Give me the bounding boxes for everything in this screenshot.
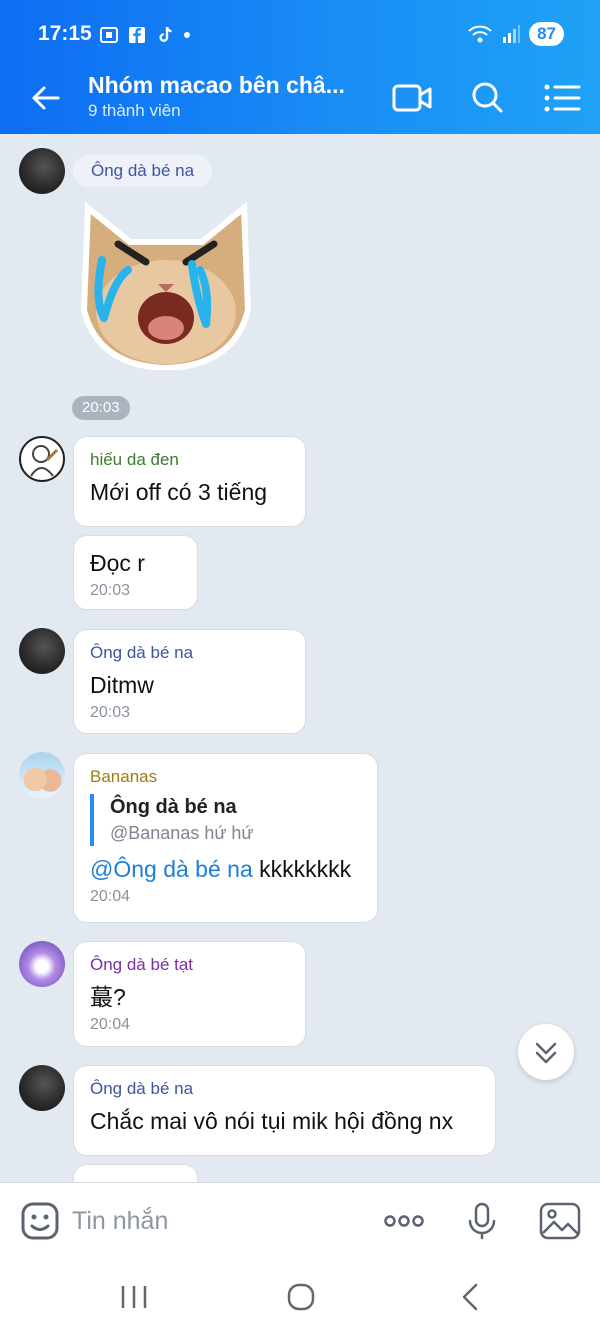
message-bubble-partial[interactable] <box>73 1164 198 1182</box>
message-text: @Ông dà bé na kkkkkkkk <box>90 854 361 884</box>
message-time: 20:04 <box>90 1016 131 1033</box>
reply-quote[interactable]: Ông dà bé na @Bananas hứ hứ <box>90 794 361 846</box>
message-list[interactable]: Ông dà bé na 20:03 hiếu da đen Mới off c… <box>0 134 600 1182</box>
double-chevron-down-icon <box>535 1042 557 1064</box>
message-body: kkkkkkkk <box>252 856 352 882</box>
message-text: Chắc mai vô nói tụi mik hội đồng nx <box>90 1108 454 1134</box>
microphone-icon[interactable] <box>460 1201 504 1241</box>
avatar[interactable] <box>19 1065 65 1111</box>
mention-link[interactable]: @Ông dà bé na <box>90 856 253 882</box>
status-bar: 17:15 87 <box>0 0 600 68</box>
quoted-sender: Ông dà bé na <box>110 796 237 818</box>
search-icon[interactable] <box>466 78 510 118</box>
video-call-icon[interactable] <box>390 78 434 118</box>
message-text: Đọc r <box>90 550 145 576</box>
crying-cat-sticker[interactable] <box>74 200 258 370</box>
composer-bar <box>0 1182 600 1258</box>
sender-name: Bananas <box>90 767 158 786</box>
avatar[interactable] <box>19 148 65 194</box>
message-input[interactable] <box>72 1201 352 1241</box>
recent-apps-icon[interactable] <box>114 1280 154 1314</box>
message-text: Ditmw <box>90 672 154 698</box>
message-text: 蕞? <box>90 984 126 1010</box>
system-navigation-bar <box>0 1258 600 1333</box>
home-icon[interactable] <box>281 1280 321 1314</box>
message-time: 20:03 <box>90 704 131 721</box>
sender-name: Ông dà bé na <box>90 1079 194 1098</box>
more-options-icon[interactable] <box>382 1201 426 1241</box>
back-icon[interactable] <box>450 1280 490 1314</box>
image-gallery-icon[interactable] <box>538 1201 582 1241</box>
message-time: 20:04 <box>90 888 131 905</box>
back-arrow-icon[interactable] <box>26 78 66 118</box>
timestamp-pill: 20:03 <box>72 396 130 420</box>
message-text: Mới off có 3 tiếng <box>90 479 268 505</box>
status-right: 87 <box>467 22 564 46</box>
battery-indicator: 87 <box>529 22 564 46</box>
sender-name: Ông dà bé na <box>90 643 194 662</box>
message-time: 20:03 <box>90 582 131 599</box>
message-bubble[interactable]: hiếu da đen Mới off có 3 tiếng <box>73 436 306 527</box>
avatar[interactable] <box>19 941 65 987</box>
wifi-icon <box>468 25 492 43</box>
notification-dot-icon <box>184 32 190 38</box>
message-bubble[interactable]: Ông dà bé na Chắc mai vô nói tụi mik hội… <box>73 1065 496 1156</box>
chat-title[interactable]: Nhóm macao bên châ... <box>88 72 373 99</box>
sender-name: Ông dà bé tạt <box>90 955 194 974</box>
sender-name: Ông dà bé na <box>73 155 213 187</box>
status-app-icons <box>98 22 192 48</box>
top-bar: 17:15 87 Nhóm macao bên châ... 9 thành v… <box>0 0 600 134</box>
scroll-to-bottom-button[interactable] <box>518 1024 574 1080</box>
chat-header: Nhóm macao bên châ... 9 thành viên <box>0 68 600 134</box>
message-bubble[interactable]: Đọc r 20:03 <box>73 535 198 610</box>
screenshot-icon <box>100 27 118 43</box>
status-time: 17:15 <box>38 22 92 45</box>
sketch-avatar-icon <box>30 445 59 477</box>
signal-icon <box>503 25 521 43</box>
message-bubble[interactable]: Bananas Ông dà bé na @Bananas hứ hứ @Ông… <box>73 753 378 923</box>
quoted-text: @Bananas hứ hứ <box>110 823 254 843</box>
sender-name: hiếu da đen <box>90 450 179 469</box>
tiktok-icon <box>159 26 172 42</box>
avatar[interactable] <box>19 628 65 674</box>
member-count[interactable]: 9 thành viên <box>88 101 181 121</box>
sticker-emoji-icon[interactable] <box>20 1201 60 1241</box>
message-bubble[interactable]: Ông dà bé na Ditmw 20:03 <box>73 629 306 734</box>
facebook-icon <box>129 27 145 43</box>
menu-list-icon[interactable] <box>540 78 584 118</box>
avatar[interactable] <box>19 752 65 798</box>
avatar[interactable] <box>19 436 65 482</box>
message-bubble[interactable]: Ông dà bé tạt 蕞? 20:04 <box>73 941 306 1047</box>
